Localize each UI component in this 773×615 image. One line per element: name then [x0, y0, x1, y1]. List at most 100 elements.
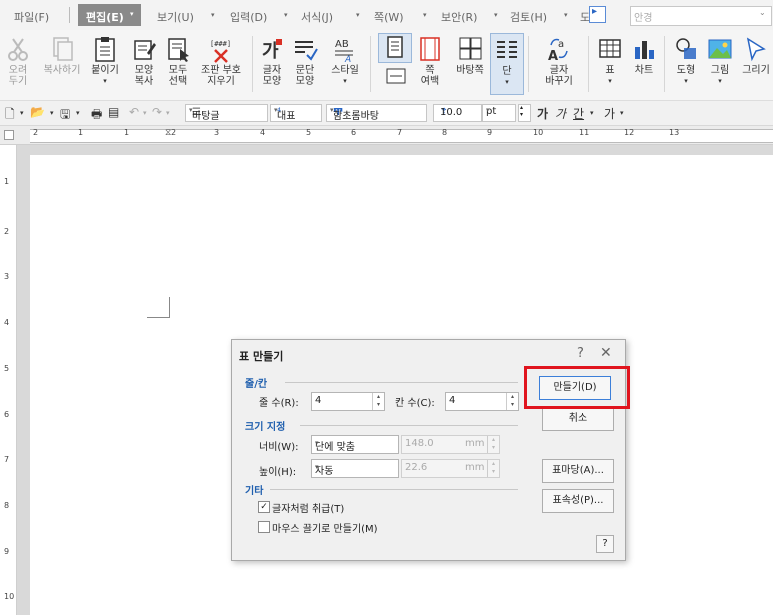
- background-page-label: 바탕쪽: [456, 65, 484, 76]
- section-divider: [300, 425, 518, 426]
- background-page-button[interactable]: 바탕쪽: [450, 30, 490, 76]
- cols-stepper[interactable]: 4 ▴ ▾: [445, 392, 519, 411]
- width-value-stepper[interactable]: 148.0 mm ▴ ▾: [401, 435, 500, 454]
- ruler-corner-icon[interactable]: [4, 130, 14, 140]
- preview-icon[interactable]: ▤: [108, 105, 119, 119]
- draw-button[interactable]: 그리기: [738, 30, 773, 76]
- underline-icon[interactable]: 간: [573, 105, 584, 122]
- help-button[interactable]: ?: [596, 535, 614, 553]
- bold-icon[interactable]: 가: [537, 105, 548, 122]
- page-view-icon[interactable]: [378, 33, 412, 63]
- chevron-down-icon[interactable]: ▾: [590, 109, 594, 117]
- close-icon[interactable]: ✕: [600, 345, 612, 361]
- section-divider: [270, 489, 518, 490]
- search-input[interactable]: 안경 ⌄: [630, 6, 772, 26]
- chevron-down-icon[interactable]: ▾: [166, 109, 170, 117]
- ruler-number: 9: [487, 128, 493, 137]
- stepper-arrows-icon[interactable]: ▴ ▾: [487, 460, 499, 477]
- help-icon[interactable]: ?: [577, 346, 584, 361]
- picture-button[interactable]: 그림 ▾: [704, 30, 736, 87]
- menu-review[interactable]: 검토(H): [510, 9, 547, 25]
- char-shape-icon: 가: [258, 35, 286, 63]
- chart-button[interactable]: 차트: [628, 30, 660, 76]
- table-button[interactable]: 표 ▾: [594, 30, 626, 87]
- char-change-button[interactable]: aA 글자 바꾸기: [536, 30, 582, 87]
- font-color-icon[interactable]: 가: [604, 105, 615, 122]
- stepper-arrows-icon[interactable]: ▴ ▾: [487, 436, 499, 453]
- quick-access-icon[interactable]: ▸: [589, 6, 606, 23]
- open-folder-icon[interactable]: 📂: [30, 105, 45, 119]
- stepper-arrows-icon[interactable]: ▴ ▾: [372, 393, 384, 410]
- cancel-button[interactable]: 취소: [542, 407, 614, 431]
- select-all-label: 모두 선택: [168, 65, 188, 87]
- chevron-down-icon: ▾: [315, 439, 319, 447]
- select-all-icon: [164, 35, 192, 63]
- menu-bar: 파일(F) 편집(E) ▾ 보기(U) ▾ 입력(D) ▾ 서식(J) ▾ 쪽(…: [0, 0, 773, 30]
- redo-icon[interactable]: ↷: [152, 105, 162, 119]
- dialog-title: 표 만들기: [239, 350, 284, 363]
- chevron-down-icon[interactable]: ▾: [76, 109, 80, 117]
- font-size-stepper[interactable]: ▴ ▾: [518, 104, 531, 122]
- treat-as-char-checkbox[interactable]: ✓: [258, 501, 270, 513]
- clear-marks-button[interactable]: [###] 조판 부호 지우기: [195, 30, 247, 87]
- print-icon[interactable]: 🖶: [91, 105, 102, 126]
- menu-input[interactable]: 입력(D): [230, 9, 267, 25]
- font-combo[interactable]: Ͳ 함초롬바탕 ▾: [326, 104, 427, 122]
- para-shape-button[interactable]: 문단 모양: [289, 30, 321, 87]
- menu-security[interactable]: 보안(R): [441, 9, 477, 25]
- mouse-drag-checkbox[interactable]: [258, 521, 270, 533]
- char-shape-label: 글자 모양: [262, 65, 282, 87]
- shape-button[interactable]: 도형 ▾: [670, 30, 702, 87]
- chevron-down-icon[interactable]: ▾: [143, 109, 147, 117]
- language-combo[interactable]: ⁴ 대표 ▾: [270, 104, 322, 122]
- new-document-icon[interactable]: 🗋: [5, 105, 15, 126]
- column-button[interactable]: 단 ▾: [490, 33, 524, 95]
- menu-view[interactable]: 보기(U): [157, 9, 194, 25]
- style-button[interactable]: AB A 스타일 ▾: [325, 30, 365, 87]
- rows-stepper[interactable]: 4 ▴ ▾: [311, 392, 385, 411]
- menu-page[interactable]: 쪽(W): [374, 9, 404, 25]
- select-all-button[interactable]: 모두 선택: [161, 30, 195, 87]
- italic-icon[interactable]: 가: [555, 105, 566, 122]
- indent-marker-icon[interactable]: ⧖: [165, 128, 171, 138]
- chevron-down-icon[interactable]: ▾: [620, 109, 624, 117]
- chevron-down-icon: ▾: [330, 106, 334, 114]
- menu-edit-active[interactable]: 편집(E) ▾: [78, 4, 141, 26]
- section-divider: [285, 382, 518, 383]
- stepper-arrows-icon[interactable]: ▴ ▾: [506, 393, 518, 410]
- height-value-stepper[interactable]: 22.6 mm ▴ ▾: [401, 459, 500, 478]
- ruler-number: 12: [624, 128, 635, 137]
- chevron-down-icon: ▾: [486, 106, 490, 114]
- cell-fill-button[interactable]: 표마당(A)...: [542, 459, 614, 483]
- menu-format[interactable]: 서식(J): [301, 9, 333, 25]
- style-combo[interactable]: ☰ 바탕글 ▾: [185, 104, 268, 122]
- ruler-number: 3: [214, 128, 220, 137]
- cut-button[interactable]: 오려 두기: [2, 30, 34, 87]
- chevron-down-icon[interactable]: ▾: [20, 109, 24, 117]
- save-icon[interactable]: 🖫: [60, 105, 70, 126]
- width-mode-select[interactable]: 단에 맞춤 ▾: [311, 435, 399, 454]
- ruler-number: 2: [171, 128, 177, 137]
- format-copy-button[interactable]: 모양 복사: [127, 30, 161, 87]
- char-shape-button[interactable]: 가 글자 모양: [256, 30, 288, 87]
- table-properties-button[interactable]: 표속성(P)...: [542, 489, 614, 513]
- cols-label: 칸 수(C):: [395, 398, 435, 409]
- chevron-down-icon[interactable]: ▾: [50, 109, 54, 117]
- copy-button[interactable]: 복사하기: [36, 30, 88, 76]
- svg-text:AB: AB: [335, 39, 349, 50]
- para-align-button[interactable]: [381, 66, 411, 89]
- paste-button[interactable]: 붙이기 ▾: [88, 30, 122, 87]
- style-icon: AB A: [331, 35, 359, 65]
- page-margin-button[interactable]: 쪽 여백: [414, 30, 446, 87]
- menu-edit[interactable]: 편집(E): [86, 9, 124, 25]
- undo-icon[interactable]: ↶: [129, 105, 139, 119]
- menu-file[interactable]: 파일(F): [14, 9, 49, 25]
- font-size-combo[interactable]: ⇡ 10.0: [433, 104, 482, 122]
- unit-combo[interactable]: pt ▾: [482, 104, 516, 122]
- chevron-down-icon: ▾: [130, 10, 134, 18]
- shape-label: 도형: [676, 65, 696, 76]
- height-mode-select[interactable]: 자동 ▾: [311, 459, 399, 478]
- chevron-down-icon: ⌄: [759, 8, 766, 17]
- ruler-number: 8: [442, 128, 448, 137]
- vertical-ruler-number: 5: [4, 364, 10, 373]
